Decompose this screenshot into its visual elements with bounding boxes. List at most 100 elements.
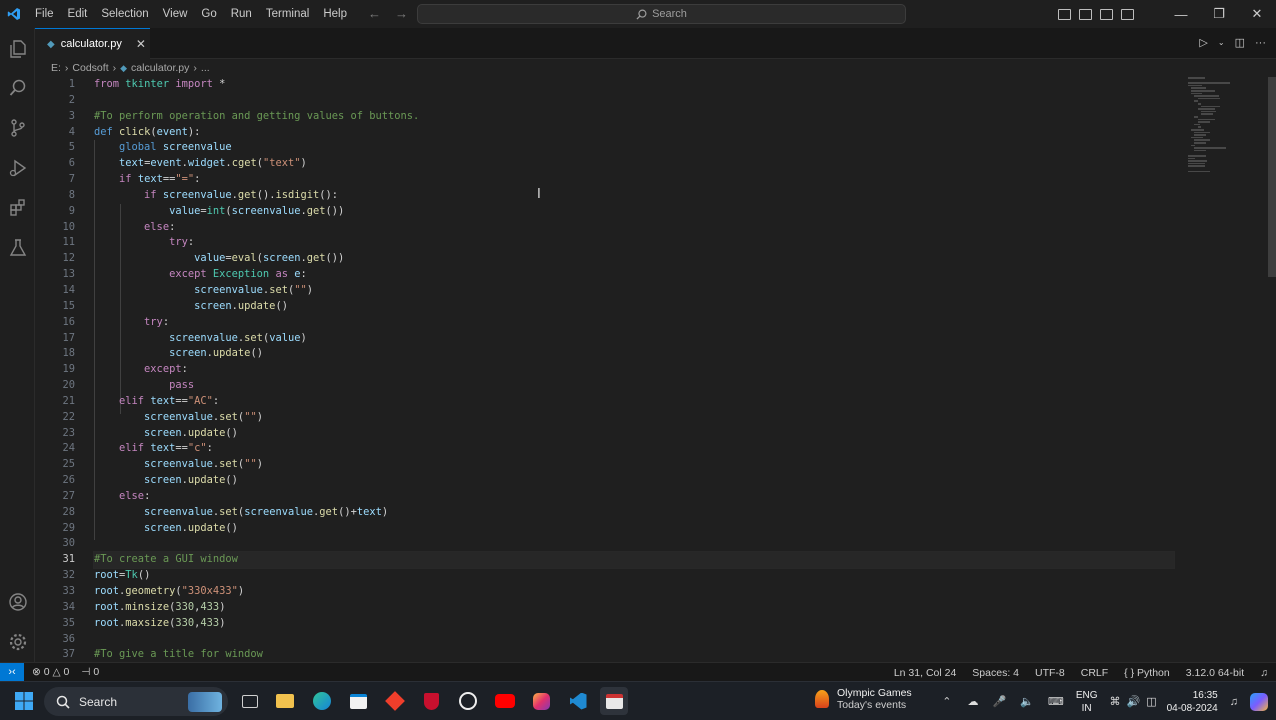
menu-view[interactable]: View [156,0,195,28]
python-app-taskbar-icon[interactable] [600,687,628,715]
code-line[interactable]: #To perform operation and getting values… [94,109,1174,125]
copilot-icon[interactable] [1250,692,1268,711]
code-line[interactable]: if text=="=": [94,172,1174,188]
breadcrumb-drive[interactable]: E: [51,62,61,74]
remote-indicator-icon[interactable]: ›‹ [0,662,24,682]
menu-go[interactable]: Go [194,0,223,28]
code-line[interactable]: value=eval(screen.get()) [94,251,1174,267]
back-arrow-icon[interactable]: ← [368,6,381,21]
code-line[interactable] [94,632,1174,648]
menu-edit[interactable]: Edit [61,0,95,28]
code-line[interactable]: if screenvalue.get().isdigit(): [94,188,1174,204]
instagram-icon[interactable] [527,687,555,715]
clock[interactable]: 16:35 04-08-2024 [1167,689,1218,715]
code-line[interactable]: #To give a title for window [94,647,1174,662]
code-line[interactable]: value=int(screenvalue.get()) [94,204,1174,220]
code-line[interactable]: screen.update() [94,521,1174,537]
menu-help[interactable]: Help [316,0,354,28]
settings-gear-icon[interactable] [0,623,35,661]
code-line[interactable]: root.maxsize(330,433) [94,616,1174,632]
code-line[interactable]: elif text=="AC": [94,394,1174,410]
code-editor[interactable]: 1 2 3 4 5 6 7 8 9 10 11 12 13 14 15 16 17 18 19 20 21 22 23 24 2… [35,77,1276,662]
more-actions-icon[interactable]: ··· [1255,37,1266,49]
toggle-panel-icon[interactable] [1079,8,1092,20]
forward-arrow-icon[interactable]: → [395,6,408,21]
code-line[interactable]: def click(event): [94,125,1174,141]
code-line[interactable]: screen.update() [94,426,1174,442]
encoding[interactable]: UTF-8 [1035,667,1065,679]
code-line[interactable]: #To create a GUI window [93,551,1175,570]
code-line[interactable]: from tkinter import * [94,77,1174,93]
anydesk-icon[interactable] [381,687,409,715]
code-lines[interactable]: from tkinter import * #To perform operati… [93,77,1175,662]
code-line[interactable]: else: [94,220,1174,236]
keyboard-icon[interactable]: ⌨ [1048,695,1064,708]
code-line[interactable]: screenvalue.set(value) [94,331,1174,347]
show-hidden-icons-chevron-icon[interactable]: ⌃ [942,695,951,708]
code-line[interactable]: except: [94,362,1174,378]
breadcrumb-symbols[interactable]: ... [201,62,210,74]
menu-run[interactable]: Run [224,0,259,28]
windows-start-icon[interactable] [10,687,38,715]
file-explorer-icon[interactable] [271,687,299,715]
close-window-button[interactable]: ✕ [1238,0,1276,28]
split-editor-icon[interactable]: ◫ [1235,36,1245,49]
code-line[interactable]: elif text=="c": [94,441,1174,457]
minimize-button[interactable]: — [1162,0,1200,28]
code-line[interactable]: screenvalue.set("") [94,410,1174,426]
notification-bell-icon[interactable]: ♫ [1230,696,1238,708]
volume-icon[interactable]: 🔊 [1126,695,1140,708]
code-line[interactable]: screenvalue.set(screenvalue.get()+text) [94,505,1174,521]
breadcrumb-folder[interactable]: Codsoft [72,62,108,74]
end-of-line[interactable]: CRLF [1081,667,1108,679]
taskbar-search-box[interactable]: Search [44,687,228,716]
code-line[interactable]: root=Tk() [94,568,1174,584]
vertical-scrollbar[interactable] [1268,77,1276,277]
mcafee-shield-icon[interactable] [417,687,445,715]
onedrive-cloud-icon[interactable]: ☁ [968,695,979,708]
code-line[interactable]: global screenvalue [94,140,1174,156]
run-and-debug-icon[interactable] [0,149,35,187]
battery-icon[interactable]: ◫ [1146,695,1156,708]
testing-flask-icon[interactable] [0,229,35,267]
task-view-icon[interactable] [236,687,264,715]
run-dropdown-chevron-icon[interactable]: ⌄ [1218,38,1225,47]
toggle-primary-sidebar-icon[interactable] [1058,8,1071,20]
customize-layout-icon[interactable] [1121,8,1134,20]
code-line[interactable]: else: [94,489,1174,505]
accounts-icon[interactable] [0,583,35,621]
breadcrumb-file[interactable]: calculator.py [131,62,189,74]
vscode-taskbar-icon[interactable] [564,687,592,715]
source-control-icon[interactable] [0,109,35,147]
cursor-position[interactable]: Ln 31, Col 24 [894,667,956,679]
ports-indicator[interactable]: ⊣ 0 [81,666,99,678]
command-center-search[interactable]: Search [417,4,906,24]
language-mode[interactable]: { } Python [1124,667,1170,679]
input-language[interactable]: ENG IN [1076,689,1098,715]
youtube-icon[interactable] [491,687,519,715]
edge-browser-icon[interactable] [308,687,336,715]
close-tab-icon[interactable]: ✕ [136,37,146,51]
search-sidebar-icon[interactable] [0,69,35,107]
code-line[interactable] [94,93,1174,109]
menu-file[interactable]: File [28,0,61,28]
notifications-bell-icon[interactable]: ♫ [1260,667,1268,679]
code-line[interactable]: screenvalue.set("") [94,283,1174,299]
whatsapp-icon[interactable] [454,687,482,715]
code-line[interactable]: screen.update() [94,299,1174,315]
toggle-secondary-sidebar-icon[interactable] [1100,8,1113,20]
code-line[interactable]: text=event.widget.cget("text") [94,156,1174,172]
menu-selection[interactable]: Selection [94,0,155,28]
code-line[interactable]: try: [94,315,1174,331]
wifi-icon[interactable]: ⌘ [1109,695,1120,708]
python-interpreter[interactable]: 3.12.0 64-bit [1186,667,1244,679]
tab-calculator-py[interactable]: ◆ calculator.py ✕ [35,28,150,59]
speaker-tray-icon[interactable]: 🔈 [1020,695,1034,708]
problems-indicator[interactable]: ⊗ 0 △ 0 [32,666,69,678]
code-line[interactable]: screen.update() [94,346,1174,362]
extensions-icon[interactable] [0,189,35,227]
microphone-icon[interactable]: 🎤 [993,695,1007,708]
code-line[interactable] [94,536,1174,552]
code-line[interactable]: pass [94,378,1174,394]
restore-button[interactable]: ❐ [1200,0,1238,28]
